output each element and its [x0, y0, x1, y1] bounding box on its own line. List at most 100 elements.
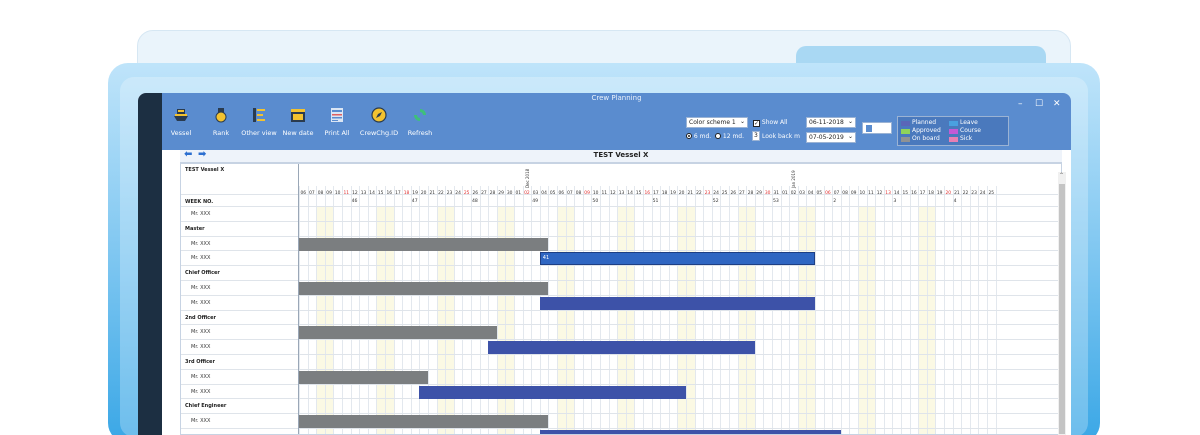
chevron-up-icon[interactable]: ⌃: [1059, 172, 1064, 179]
onboard-bar[interactable]: [299, 326, 497, 340]
date-to-picker[interactable]: 07-05-2019 ⌄: [806, 132, 856, 143]
vessel-label: Vessel: [170, 129, 192, 137]
zoom-slider[interactable]: [862, 122, 892, 134]
legend: Planned Leave Approved Course On board S…: [897, 116, 1009, 146]
planned-bar[interactable]: [539, 296, 815, 310]
close-button[interactable]: ✕: [1053, 99, 1061, 109]
rank-row: [181, 266, 1061, 281]
scrollbar-thumb[interactable]: [1059, 184, 1065, 434]
period-12md-label: 12 md.: [722, 133, 745, 140]
legend-swatch-on-board: [901, 137, 910, 142]
look-back-input[interactable]: 3: [752, 131, 760, 141]
bar-label: 41: [542, 255, 550, 262]
header-row: TEST Vessel X: [181, 164, 1061, 207]
week-number: 51: [652, 199, 659, 204]
color-scheme-select[interactable]: Color scheme 1 ⌄: [686, 117, 748, 128]
week-number: 46: [351, 199, 358, 204]
grid-nav-bar: ⬅ ➡ TEST Vessel X: [180, 149, 1062, 163]
onboard-bar[interactable]: [299, 237, 549, 251]
crewchg-id-label: CrewChg.ID: [359, 129, 399, 137]
legend-swatch-approved: [901, 129, 910, 134]
week-number: 52: [712, 199, 719, 204]
minimize-button[interactable]: –: [1018, 99, 1023, 109]
rank-row: [181, 222, 1061, 237]
week-number: 53: [773, 199, 779, 204]
week-number: 3: [893, 199, 897, 204]
legend-label-course: Course: [960, 127, 981, 134]
color-scheme-value: Color scheme 1: [689, 119, 736, 126]
medal-icon: [215, 108, 227, 123]
rank-row: [181, 355, 1061, 370]
other-view-label: Other view: [241, 129, 277, 137]
show-all-label: Show All: [761, 119, 788, 126]
crew-row[interactable]: [181, 207, 1061, 222]
ship-icon: [174, 109, 188, 121]
onboard-bar[interactable]: [299, 370, 428, 384]
check-icon: ✓: [753, 120, 760, 127]
refresh-icon: [414, 109, 426, 121]
marketing-stage: Crew Planning – ☐ ✕ Vessel Rank Other vi…: [0, 0, 1200, 435]
month-label: Jan 2019: [791, 170, 797, 188]
chevron-down-icon: ⌄: [739, 118, 745, 125]
show-all-checkbox[interactable]: ✓ Show All: [753, 119, 787, 127]
look-back-label: Look back m: [762, 133, 800, 140]
rank-row: [181, 399, 1061, 415]
date-from-picker[interactable]: 06-11-2018 ⌄: [806, 117, 856, 128]
chevron-down-icon: ⌄: [847, 133, 853, 140]
slider-thumb[interactable]: [866, 125, 872, 132]
planned-bar[interactable]: 41: [539, 252, 815, 266]
week-row: [181, 194, 1061, 195]
maximize-button[interactable]: ☐: [1035, 99, 1043, 109]
legend-label-sick: Sick: [960, 135, 973, 142]
calendar-icon: [291, 109, 305, 122]
legend-label-approved: Approved: [912, 127, 941, 134]
legend-swatch-planned: [901, 121, 910, 126]
window-title: Crew Planning: [591, 94, 642, 102]
compass-icon: [371, 107, 387, 123]
radio-empty-icon: [715, 133, 721, 139]
grid-title: TEST Vessel X: [593, 151, 649, 159]
crew-gantt-grid: TEST Vessel X 06 07 08 09 10 11 12 13 14 15 16 17 18…: [180, 163, 1062, 435]
legend-label-on-board: On board: [912, 135, 940, 142]
legend-label-leave: Leave: [960, 119, 978, 126]
refresh-button[interactable]: Refresh: [406, 107, 434, 143]
rank-row: [181, 311, 1061, 326]
month-label: Dec 2018: [524, 168, 530, 188]
left-dark-strip: [138, 93, 162, 435]
chevron-down-icon: ⌄: [847, 118, 853, 125]
onboard-bar[interactable]: [299, 282, 549, 295]
new-date-label: New date: [282, 129, 314, 137]
other-view-button[interactable]: Other view: [240, 107, 278, 143]
date-to-value: 07-05-2019: [809, 134, 844, 141]
planned-bar[interactable]: [539, 430, 841, 434]
radio-selected-icon: [686, 133, 692, 139]
period-6md-radio[interactable]: 6 md.: [686, 133, 711, 140]
new-date-button[interactable]: New date: [281, 107, 315, 143]
week-number: 49: [532, 199, 539, 204]
legend-swatch-sick: [949, 137, 958, 142]
week-number: 2: [833, 199, 837, 204]
print-all-label: Print All: [324, 129, 350, 137]
legend-label-planned: Planned: [912, 119, 937, 126]
onboard-bar[interactable]: [299, 415, 549, 429]
label-column: [181, 164, 299, 434]
list-view-icon: [253, 108, 265, 122]
legend-swatch-leave: [949, 121, 958, 126]
title-toolbar-area: Crew Planning – ☐ ✕ Vessel Rank Other vi…: [162, 93, 1071, 150]
crewchg-id-button[interactable]: CrewChg.ID: [358, 107, 400, 143]
rank-button[interactable]: Rank: [210, 107, 232, 143]
week-number: 48: [472, 199, 478, 204]
vessel-button[interactable]: Vessel: [170, 107, 192, 143]
vertical-scrollbar[interactable]: ⌃: [1058, 172, 1066, 435]
planned-bar[interactable]: [419, 385, 686, 399]
week-number: 50: [592, 199, 599, 204]
week-number: 47: [411, 199, 418, 204]
print-icon: [331, 108, 343, 122]
legend-swatch-course: [949, 129, 958, 134]
period-12md-radio[interactable]: 12 md.: [715, 133, 744, 140]
period-6md-label: 6 md.: [693, 133, 712, 140]
app-window: Crew Planning – ☐ ✕ Vessel Rank Other vi…: [138, 93, 1071, 435]
print-all-button[interactable]: Print All: [323, 107, 351, 143]
week-number: 4: [953, 199, 957, 204]
planned-bar[interactable]: [488, 341, 755, 355]
